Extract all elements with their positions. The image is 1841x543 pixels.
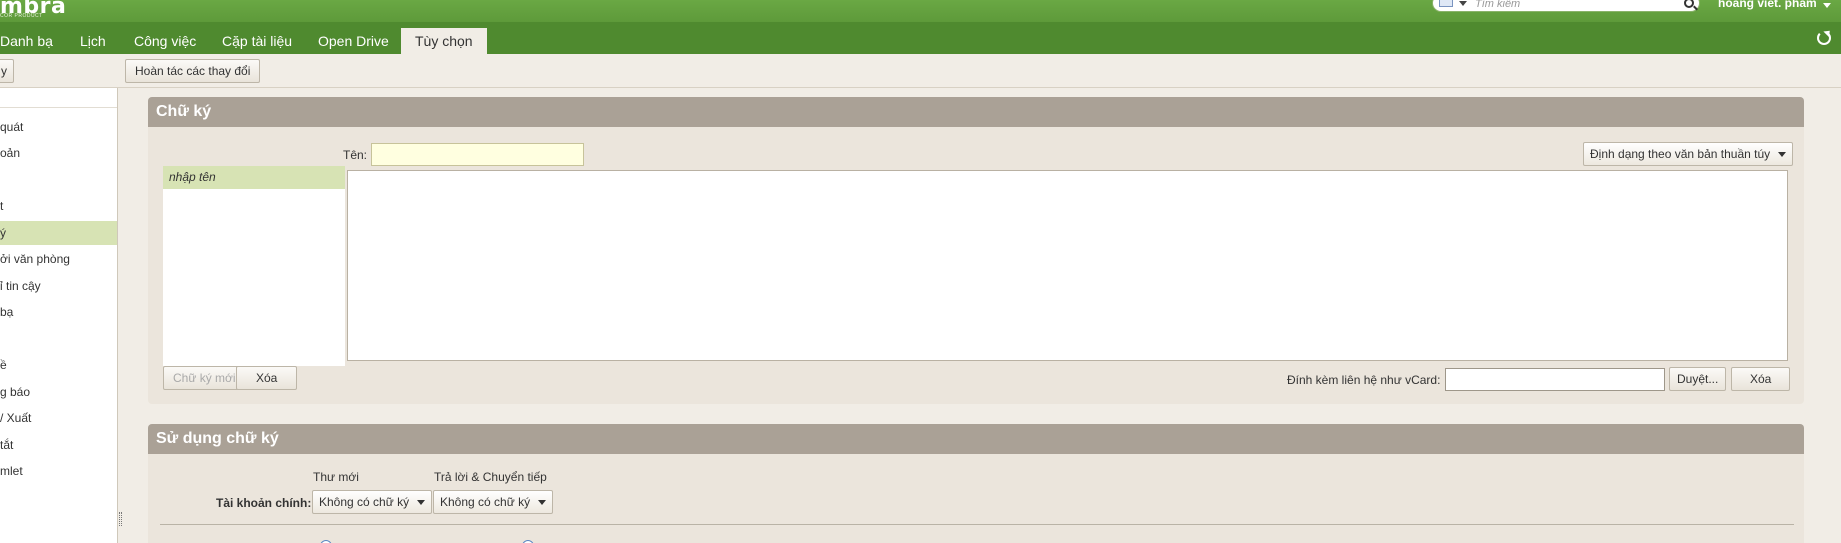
sidebar-item-import-export[interactable]: / Xuất — [0, 406, 117, 430]
sidebar-item-out-of-office[interactable]: ởi văn phòng — [0, 247, 117, 271]
save-button[interactable]: y — [0, 59, 14, 83]
undo-changes-button[interactable]: Hoàn tác các thay đổi — [125, 59, 261, 83]
vcard-label: Đính kèm liên hệ như vCard: — [1287, 373, 1441, 387]
new-mail-signature-dropdown[interactable]: Không có chữ ký — [312, 490, 433, 514]
signature-format-dropdown[interactable]: Định dạng theo văn bản thuần túy — [1583, 142, 1794, 166]
new-mail-signature-dropdown-label: Không có chữ ký — [319, 495, 410, 509]
delete-signature-button[interactable]: Xóa — [236, 366, 298, 390]
divider — [160, 524, 1794, 525]
usage-panel-title: Sử dụng chữ ký — [148, 424, 1804, 454]
sidebar-item-calendar[interactable] — [0, 327, 117, 351]
sidebar-item-mail[interactable] — [0, 168, 117, 192]
user-menu[interactable]: hoang viet. pham — [1718, 0, 1817, 10]
sidebar-item-accounts[interactable]: oản — [0, 141, 117, 165]
signature-format-dropdown-label: Định dạng theo văn bản thuần túy — [1590, 147, 1771, 161]
chevron-down-icon — [1778, 152, 1787, 157]
sidebar-header — [0, 88, 117, 108]
tab-tasks[interactable]: Công việc — [120, 28, 210, 54]
reply-signature-dropdown-label: Không có chữ ký — [440, 495, 531, 509]
new-mail-column-label: Thư mới — [313, 470, 359, 484]
signature-panel-title: Chữ ký — [148, 97, 1804, 127]
chevron-down-icon — [417, 500, 426, 505]
user-chevron-down-icon[interactable] — [1823, 3, 1831, 8]
search-input[interactable]: Tìm kiếm — [1475, 0, 1520, 10]
sidebar-item-notifications[interactable]: g báo — [0, 380, 117, 404]
signature-list: nhập tên — [163, 166, 345, 366]
chevron-down-icon — [538, 500, 547, 505]
vcard-delete-button[interactable]: Xóa — [1731, 367, 1791, 391]
sidebar-item-contacts[interactable]: bạ — [0, 300, 117, 324]
tab-preferences[interactable]: Tùy chọn — [401, 28, 487, 54]
top-header: mbra COR PRODUCT Tìm kiếm hoang viet. ph… — [0, 0, 1841, 22]
search-bar[interactable]: Tìm kiếm — [1432, 0, 1700, 12]
signature-name-label: Tên: — [343, 148, 368, 162]
sidebar-item-general[interactable]: quát — [0, 115, 117, 139]
app-tab-bar: Danh bạ Lịch Công việc Cặp tài liệu Open… — [0, 22, 1841, 54]
sidebar-item-shortcuts[interactable]: tắt — [0, 433, 117, 457]
preferences-sidebar: quát oản t ý ởi văn phòng ỉ tin cậy bạ ề… — [0, 88, 118, 543]
signature-usage-panel: Sử dụng chữ ký — [148, 424, 1804, 543]
mail-icon[interactable] — [1439, 0, 1453, 7]
new-signature-button[interactable]: Chữ ký mới — [163, 366, 246, 390]
vcard-input[interactable] — [1445, 368, 1665, 391]
chevron-down-icon[interactable] — [1459, 1, 1467, 6]
list-item[interactable]: nhập tên — [163, 166, 345, 189]
sidebar-item-sharing[interactable]: ề — [0, 353, 117, 377]
sidebar-item-filters[interactable]: t — [0, 194, 117, 218]
sidebar-item-zimlets[interactable]: mlet — [0, 459, 117, 483]
tab-open-drive[interactable]: Open Drive — [304, 28, 403, 54]
signature-editor[interactable] — [347, 170, 1788, 361]
refresh-icon[interactable] — [1817, 31, 1831, 45]
reply-signature-dropdown[interactable]: Không có chữ ký — [433, 490, 554, 514]
tab-briefcase[interactable]: Cặp tài liệu — [208, 28, 306, 54]
tab-calendar[interactable]: Lịch — [66, 28, 120, 54]
primary-account-label: Tài khoản chính: — [216, 496, 312, 510]
sidebar-item-signatures[interactable]: ý — [0, 221, 117, 245]
search-icon[interactable] — [1684, 0, 1694, 8]
toolbar: y Hoàn tác các thay đổi — [0, 54, 1841, 88]
tab-contacts[interactable]: Danh bạ — [0, 28, 67, 54]
sidebar-item-trusted-addresses[interactable]: ỉ tin cậy — [0, 274, 117, 298]
browse-button[interactable]: Duyệt... — [1669, 367, 1727, 391]
sidebar-resize-handle[interactable] — [119, 512, 122, 526]
reply-forward-column-label: Trả lời & Chuyển tiếp — [434, 470, 547, 484]
signature-name-input[interactable] — [371, 143, 584, 166]
app-logo-subtitle: COR PRODUCT — [0, 13, 43, 19]
